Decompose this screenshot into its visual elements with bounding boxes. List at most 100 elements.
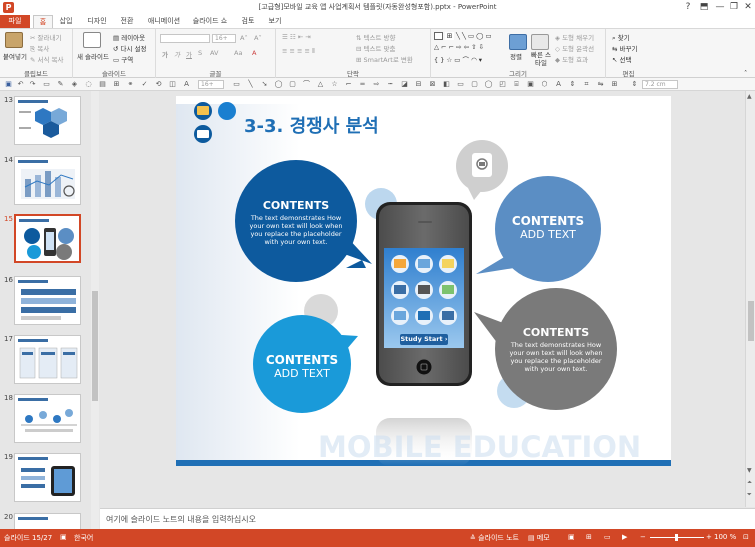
shape-misc-icon[interactable]: { } ☆ ▭ ⌒ ◠ ▾ — [434, 54, 482, 64]
slide-canvas[interactable]: 3-3. 경쟁사 분석 CONTENTS The text demonstrat… — [176, 96, 671, 466]
normal-view-icon[interactable]: ▣ — [568, 533, 575, 541]
paste-button[interactable]: 붙여넣기 — [3, 51, 27, 61]
tab-view[interactable]: 보기 — [266, 15, 284, 28]
slide-thumbnail[interactable] — [14, 335, 81, 384]
crop-qat-icon[interactable]: ⌗ — [582, 80, 591, 89]
font-size-dropdown[interactable]: 16+ — [212, 34, 236, 43]
bubble-top-right[interactable]: CONTENTS ADD TEXT — [498, 214, 598, 241]
quick-styles-icon[interactable] — [531, 34, 549, 50]
triangle-qat-icon[interactable]: △ — [316, 80, 325, 89]
quick-styles-button[interactable]: 빠른 스타일 — [530, 51, 552, 67]
save-icon[interactable]: ▣ — [4, 80, 13, 89]
circle-qat-icon[interactable]: ◯ — [484, 80, 493, 89]
slide-title[interactable]: 3-3. 경쟁사 분석 — [244, 112, 379, 138]
tab-file[interactable]: 파일 — [0, 15, 30, 28]
zoom-slider-thumb[interactable] — [675, 534, 678, 541]
bubble-bottom-left[interactable]: CONTENTS ADD TEXT — [252, 353, 352, 380]
notes-toggle[interactable]: ≙ 슬라이드 노트 — [470, 533, 519, 543]
line-qat-icon[interactable]: ╲ — [246, 80, 255, 89]
order-qat-icon[interactable]: ◧ — [442, 80, 451, 89]
flip-qat-icon[interactable]: ⇋ — [596, 80, 605, 89]
bracket-qat-icon[interactable]: ⌐ — [344, 80, 353, 89]
zoom-slider[interactable] — [650, 534, 704, 541]
notes-pane[interactable]: 여기에 슬라이드 노트의 내용을 입력하십시오 — [100, 508, 755, 529]
rounded-qat-icon[interactable]: ▢ — [470, 80, 479, 89]
frame-qat-icon[interactable]: ▣ — [526, 80, 535, 89]
shape-fill-button[interactable]: ◈ 도형 채우기 — [555, 32, 594, 42]
slide-sorter-icon[interactable]: ⊞ — [586, 533, 592, 541]
position-qat-icon[interactable]: ⇕ — [568, 80, 577, 89]
cube-qat-icon[interactable]: ◰ — [498, 80, 507, 89]
oval-qat-icon[interactable]: ◯ — [274, 80, 283, 89]
ribbon-display-icon[interactable]: ⬒ — [696, 0, 712, 15]
slide-thumbnail[interactable] — [14, 156, 81, 205]
curve-qat-icon[interactable]: ⌒ — [302, 80, 311, 89]
link-icon[interactable]: ⚭ — [126, 80, 135, 89]
shapes-qat-icon[interactable]: ▭ — [232, 80, 241, 89]
strikethrough-button[interactable]: S — [198, 49, 202, 57]
scroll-thumb[interactable] — [92, 291, 98, 401]
replace-button[interactable]: ⇆ 바꾸기 — [612, 43, 637, 53]
dash-qat-icon[interactable]: ┅ — [386, 80, 395, 89]
scroll-down-icon[interactable]: ▼ — [747, 467, 752, 474]
find-button[interactable]: ⌕ 찾기 — [612, 32, 630, 43]
tab-design[interactable]: 디자인 — [85, 15, 109, 28]
section-button[interactable]: ▭ 구역 — [113, 54, 133, 64]
shape-icon[interactable]: ◌ — [84, 80, 93, 89]
slide-thumbnail[interactable] — [14, 96, 81, 145]
shape-rect-icon[interactable] — [434, 32, 443, 40]
shape-text-icon[interactable]: ⊞ — [445, 32, 454, 40]
select-button[interactable]: ↖ 선택 — [612, 54, 631, 64]
tab-slideshow[interactable]: 슬라이드 쇼 — [191, 15, 229, 28]
close-button[interactable]: ✕ — [740, 0, 755, 15]
language-label[interactable]: 한국어 — [74, 533, 93, 543]
shrink-font-icon[interactable]: A˅ — [254, 34, 262, 42]
line-style-qat-icon[interactable]: ═ — [358, 80, 367, 89]
slide-thumbnail[interactable] — [14, 276, 81, 325]
rect-qat-icon[interactable]: ▢ — [288, 80, 297, 89]
cut-button[interactable]: ✂ 잘라내기 — [30, 32, 61, 42]
shape-effects-button[interactable]: ◆ 도형 효과 — [555, 54, 588, 64]
fill-color-icon[interactable]: ◈ — [70, 80, 79, 89]
hex-qat-icon[interactable]: ⬡ — [540, 80, 549, 89]
slide-thumbnail-selected[interactable] — [14, 214, 81, 263]
collapse-ribbon-icon[interactable]: ˄ — [744, 69, 747, 77]
shape-line-icon[interactable]: ╲ ╲ ▭ ◯ ▭ — [456, 32, 492, 40]
new-slide-button[interactable]: 새 슬라이드 — [77, 51, 109, 61]
scroll-up-icon[interactable]: ▲ — [747, 93, 752, 100]
qat-size-field[interactable]: 16+ — [198, 80, 224, 89]
star-qat-icon[interactable]: ☆ — [330, 80, 339, 89]
thumbnail-scrollbar[interactable] — [91, 91, 99, 529]
help-button[interactable]: ? — [680, 0, 696, 15]
arrow-qat-icon[interactable]: ➘ — [260, 80, 269, 89]
arrow2-qat-icon[interactable]: ⇨ — [372, 80, 381, 89]
shapes-gallery[interactable]: ⊞ ╲ ╲ ▭ ◯ ▭ △ ⌐ ⌐ ⇨ ⇦ ⇧ ⇩ { } ☆ ▭ ⌒ ◠ ▾ — [434, 32, 506, 64]
tab-insert[interactable]: 삽입 — [56, 15, 76, 28]
format-painter-icon[interactable]: ✎ — [56, 80, 65, 89]
spellcheck-icon[interactable]: ▣ — [60, 533, 67, 541]
align-icons[interactable]: ≡ ≡ ≡ ≡ ⫴ — [282, 47, 315, 56]
redo-icon[interactable]: ↷ — [28, 80, 37, 89]
layout-button[interactable]: ▤ 레이아웃 — [113, 32, 145, 42]
rotate-icon[interactable]: ⟲ — [154, 80, 163, 89]
comments-toggle[interactable]: ▤ 메모 — [528, 533, 550, 543]
zoom-in-icon[interactable]: + — [706, 533, 712, 541]
tab-review[interactable]: 검토 — [239, 15, 257, 28]
change-case-button[interactable]: Aa — [234, 49, 242, 57]
paste-icon[interactable] — [5, 32, 23, 48]
text-direction-button[interactable]: ⇅ 텍스트 방향 — [356, 32, 395, 42]
fit-slide-icon[interactable]: ⊡ — [743, 533, 749, 541]
underline-button[interactable]: 가 — [186, 49, 192, 59]
bold-button[interactable]: 가 — [162, 49, 168, 59]
table-icon[interactable]: ⊞ — [112, 80, 121, 89]
slide-thumbnail[interactable] — [14, 513, 81, 529]
undo-icon[interactable]: ↶ — [16, 80, 25, 89]
copy-button[interactable]: ⎘ 복사 — [30, 43, 49, 54]
italic-button[interactable]: 가 — [174, 49, 180, 59]
bullets-icon[interactable]: ☰ ☷ ⇤ ⇥ — [282, 33, 311, 41]
reading-view-icon[interactable]: ▭ — [604, 533, 611, 541]
slide-thumbnail[interactable] — [14, 453, 81, 502]
spacing-button[interactable]: AV — [210, 49, 218, 57]
phone-start-button[interactable]: Study Start › — [400, 335, 448, 343]
text-qat-icon[interactable]: A — [554, 80, 563, 89]
